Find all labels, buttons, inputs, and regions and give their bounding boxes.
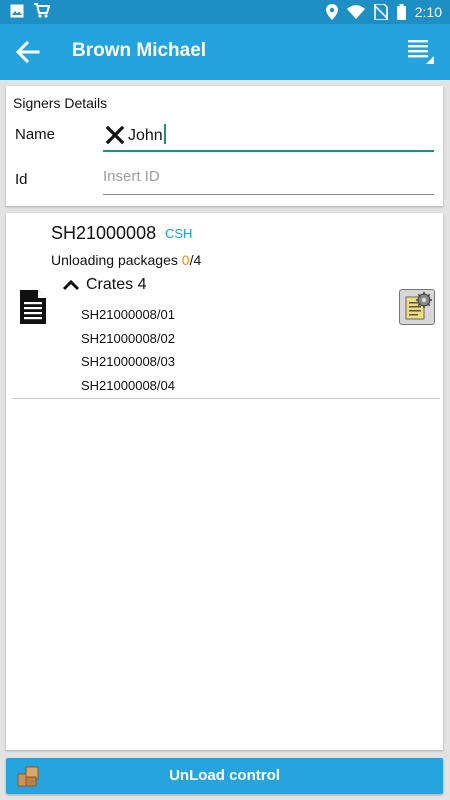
id-placeholder: Insert ID	[103, 168, 160, 185]
clear-icon[interactable]	[106, 126, 124, 144]
image-icon	[10, 4, 24, 17]
crates-label: Crates 4	[86, 276, 147, 293]
signers-heading: Signers Details	[13, 95, 108, 111]
app-bar: Brown Michael	[0, 24, 450, 80]
package-item: SH21000008/02	[81, 331, 175, 346]
page-title: Brown Michael	[72, 40, 207, 61]
text-caret	[163, 124, 166, 144]
document-gear-icon	[405, 292, 432, 320]
name-value: John	[128, 127, 163, 144]
package-item: SH21000008/01	[81, 307, 175, 322]
document-icon[interactable]	[20, 290, 46, 324]
document-settings-button[interactable]	[399, 289, 435, 325]
unloading-status: Unloading packages 0/4	[51, 252, 201, 268]
battery-icon	[396, 4, 406, 20]
unload-control-label: UnLoad control	[169, 767, 280, 784]
id-label: Id	[15, 171, 28, 188]
unloading-done-count: 0	[181, 252, 190, 268]
location-icon	[325, 4, 338, 20]
package-item: SH21000008/04	[81, 378, 175, 393]
status-bar: 2:10	[0, 0, 450, 24]
wifi-icon	[346, 5, 365, 19]
chevron-up-icon	[62, 279, 80, 291]
crates-toggle[interactable]: Crates 4	[62, 276, 146, 294]
shipment-list-card: SH21000008 CSH Unloading packages 0/4 Cr…	[6, 213, 443, 750]
unload-control-button[interactable]: UnLoad control	[6, 758, 443, 794]
cart-icon	[34, 3, 50, 18]
unloading-label: Unloading packages	[51, 252, 178, 268]
clock: 2:10	[414, 4, 442, 20]
unloading-total: /4	[189, 252, 202, 268]
arrow-left-icon[interactable]	[14, 38, 42, 66]
shipment-code: SH21000008	[51, 223, 157, 243]
name-field[interactable]: John	[103, 120, 434, 152]
name-label: Name	[15, 126, 56, 143]
signers-details-card: Signers Details Name John Id Insert ID	[6, 86, 443, 206]
divider	[12, 398, 440, 399]
package-item: SH21000008/03	[81, 354, 175, 369]
list-menu-icon[interactable]	[408, 38, 434, 66]
no-sim-icon	[373, 4, 388, 20]
id-field[interactable]: Insert ID	[103, 164, 434, 195]
shipment-tag: CSH	[165, 226, 193, 241]
